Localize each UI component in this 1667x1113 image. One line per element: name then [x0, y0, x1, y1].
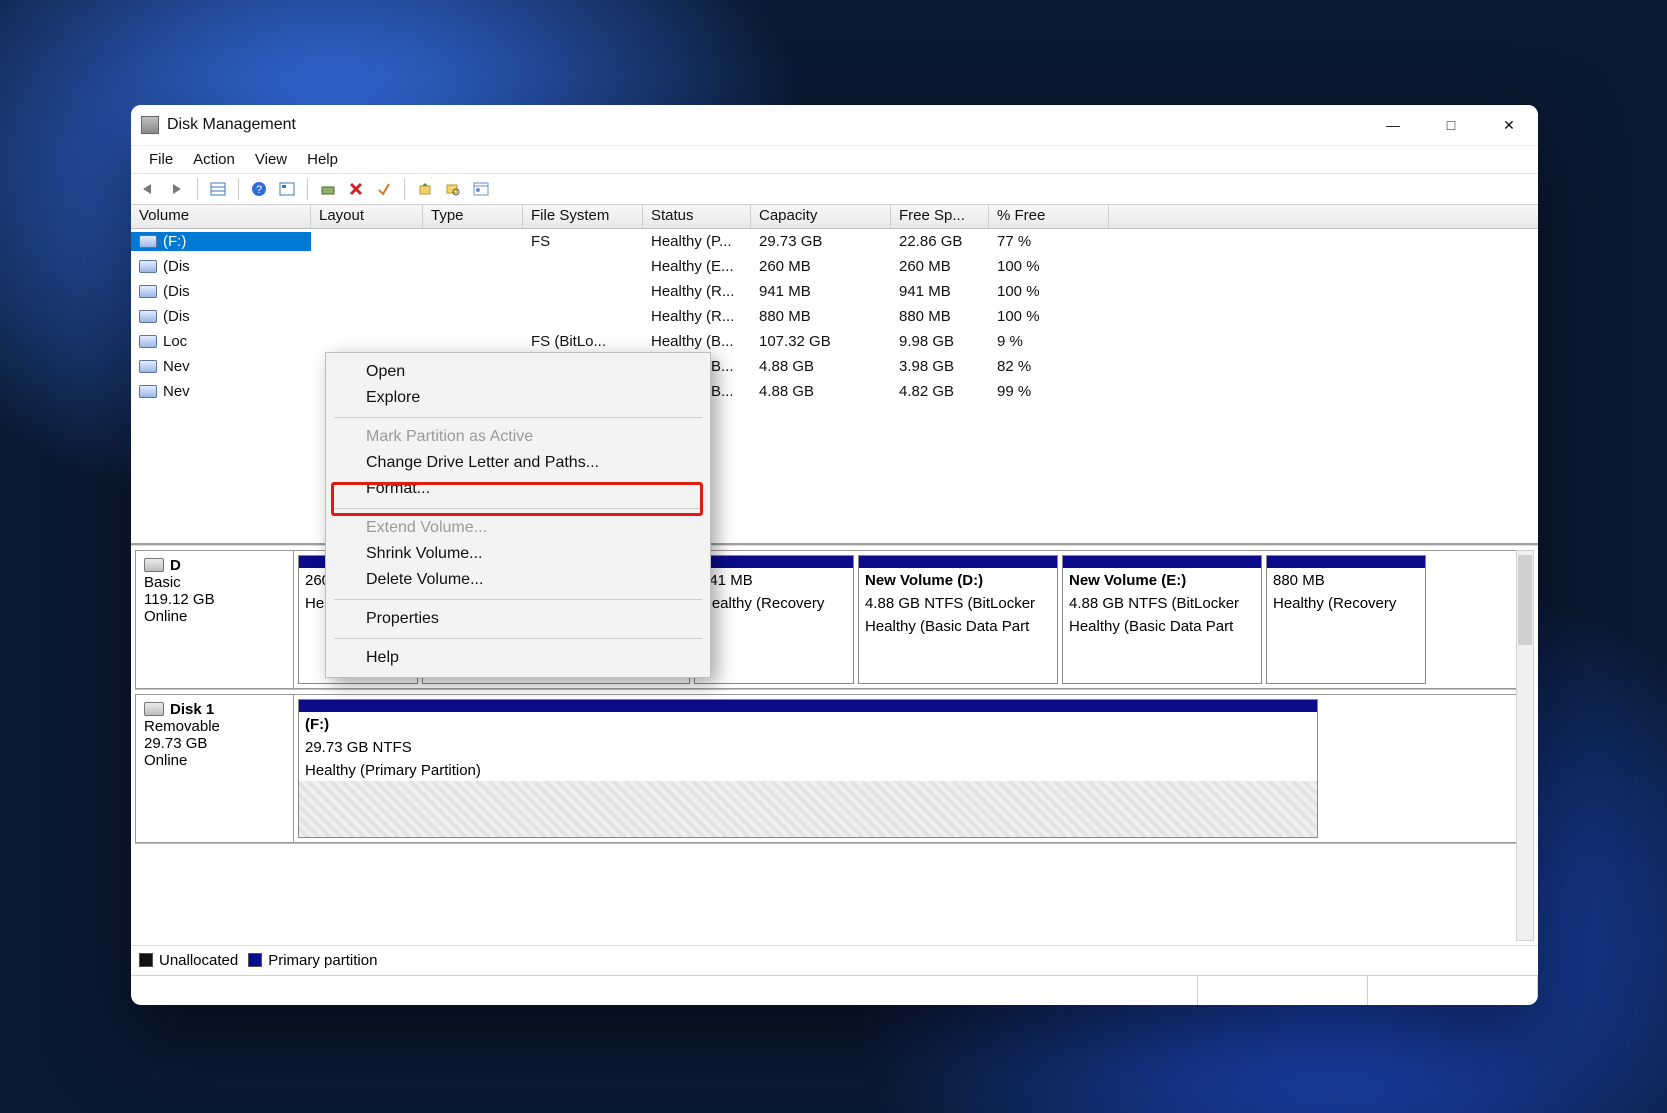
- legend-primary: Primary partition: [268, 952, 377, 969]
- window-title: Disk Management: [167, 116, 296, 134]
- partition[interactable]: (F:) 29.73 GB NTFS Healthy (Primary Part…: [298, 699, 1318, 838]
- maximize-button[interactable]: □: [1422, 105, 1480, 145]
- partition[interactable]: 941 MB Healthy (Recovery: [694, 555, 854, 684]
- check-icon[interactable]: [372, 177, 396, 201]
- cm-format[interactable]: Format...: [326, 476, 710, 502]
- refresh-button[interactable]: [316, 177, 340, 201]
- menu-file[interactable]: File: [139, 149, 183, 170]
- legend-unallocated: Unallocated: [159, 952, 238, 969]
- disk-scrollbar[interactable]: [1516, 550, 1534, 941]
- col-freespace[interactable]: Free Sp...: [891, 205, 989, 228]
- legend: Unallocated Primary partition: [131, 945, 1538, 975]
- cm-delete-volume[interactable]: Delete Volume...: [326, 567, 710, 593]
- col-filesystem[interactable]: File System: [523, 205, 643, 228]
- menu-help[interactable]: Help: [297, 149, 348, 170]
- svg-text:?: ?: [256, 184, 262, 196]
- titlebar[interactable]: Disk Management — □ ✕: [131, 105, 1538, 145]
- disk-info[interactable]: Disk 1 Removable29.73 GBOnline: [135, 694, 293, 843]
- back-button[interactable]: [137, 177, 161, 201]
- disk-management-window: Disk Management — □ ✕ File Action View H…: [131, 105, 1538, 1005]
- cm-help[interactable]: Help: [326, 645, 710, 671]
- volume-row[interactable]: LocFS (BitLo...Healthy (B...107.32 GB9.9…: [131, 329, 1538, 354]
- col-type[interactable]: Type: [423, 205, 523, 228]
- cm-shrink-volume[interactable]: Shrink Volume...: [326, 541, 710, 567]
- delete-icon[interactable]: [344, 177, 368, 201]
- menubar: File Action View Help: [131, 145, 1538, 173]
- settings-icon[interactable]: [469, 177, 493, 201]
- details-button[interactable]: [275, 177, 299, 201]
- toolbar: ?: [131, 173, 1538, 205]
- disk-info[interactable]: D Basic119.12 GBOnline: [135, 550, 293, 689]
- status-bar: [131, 975, 1538, 1005]
- volume-row[interactable]: (DisHealthy (R...880 MB880 MB100 %: [131, 304, 1538, 329]
- close-button[interactable]: ✕: [1480, 105, 1538, 145]
- list-view-button[interactable]: [206, 177, 230, 201]
- volume-row[interactable]: (F:)FSHealthy (P...29.73 GB22.86 GB77 %: [131, 229, 1538, 254]
- col-layout[interactable]: Layout: [311, 205, 423, 228]
- cm-change-drive-letter[interactable]: Change Drive Letter and Paths...: [326, 450, 710, 476]
- col-status[interactable]: Status: [643, 205, 751, 228]
- new-up-icon[interactable]: [413, 177, 437, 201]
- partition[interactable]: New Volume (D:) 4.88 GB NTFS (BitLocker …: [858, 555, 1058, 684]
- partition[interactable]: New Volume (E:) 4.88 GB NTFS (BitLocker …: [1062, 555, 1262, 684]
- help-button[interactable]: ?: [247, 177, 271, 201]
- app-icon: [141, 116, 159, 134]
- menu-action[interactable]: Action: [183, 149, 245, 170]
- forward-button[interactable]: [165, 177, 189, 201]
- volume-row[interactable]: (DisHealthy (R...941 MB941 MB100 %: [131, 279, 1538, 304]
- col-volume[interactable]: Volume: [131, 205, 311, 228]
- cm-extend-volume: Extend Volume...: [326, 515, 710, 541]
- volume-list-header: Volume Layout Type File System Status Ca…: [131, 205, 1538, 229]
- cm-explore[interactable]: Explore: [326, 385, 710, 411]
- cm-mark-active: Mark Partition as Active: [326, 424, 710, 450]
- minimize-button[interactable]: —: [1364, 105, 1422, 145]
- menu-view[interactable]: View: [245, 149, 297, 170]
- volume-context-menu: Open Explore Mark Partition as Active Ch…: [325, 352, 711, 678]
- col-pctfree[interactable]: % Free: [989, 205, 1109, 228]
- col-capacity[interactable]: Capacity: [751, 205, 891, 228]
- disk-row: Disk 1 Removable29.73 GBOnline(F:) 29.73…: [135, 694, 1534, 844]
- find-icon[interactable]: [441, 177, 465, 201]
- volume-row[interactable]: (DisHealthy (E...260 MB260 MB100 %: [131, 254, 1538, 279]
- partition[interactable]: 880 MB Healthy (Recovery: [1266, 555, 1426, 684]
- cm-open[interactable]: Open: [326, 359, 710, 385]
- cm-properties[interactable]: Properties: [326, 606, 710, 632]
